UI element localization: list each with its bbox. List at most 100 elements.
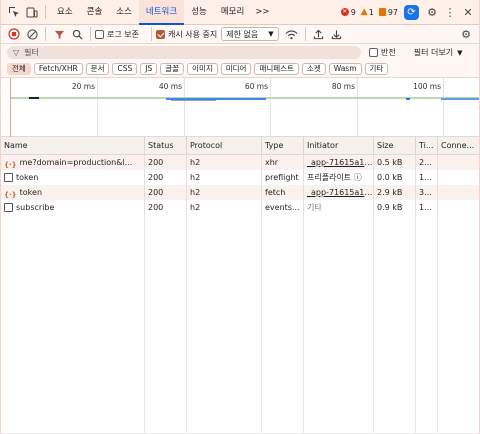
export-har-icon[interactable] xyxy=(328,25,346,43)
stop-recording-icon[interactable] xyxy=(5,25,23,43)
throttling-value: 제한 없음 xyxy=(226,29,259,39)
column-filler xyxy=(187,215,262,433)
cell-name: subscribe xyxy=(1,200,145,215)
initiator-link[interactable]: _app-71615a1d3... xyxy=(304,185,374,200)
chip-js[interactable]: JS xyxy=(140,63,158,75)
table-empty-area xyxy=(1,215,479,433)
more-tabs-button[interactable]: >> xyxy=(251,0,273,25)
search-icon[interactable] xyxy=(68,25,86,43)
chip-media[interactable]: 미디어 xyxy=(220,63,252,75)
timeline-waterfall-bar xyxy=(171,100,216,101)
cell-time: 3... xyxy=(416,185,438,200)
checkbox-box[interactable] xyxy=(369,48,378,57)
cell-initiator[interactable]: 프리플라이트 ⓘ xyxy=(304,170,374,185)
request-name: me?domain=production&l... xyxy=(19,158,133,167)
timeline-waterfall-bar xyxy=(29,97,39,99)
clear-icon[interactable] xyxy=(23,25,41,43)
tab-elements[interactable]: 요소 xyxy=(50,0,80,25)
request-name: token xyxy=(19,188,43,197)
chip-manifest[interactable]: 매니페스트 xyxy=(254,63,299,75)
tab-console[interactable]: 콘솔 xyxy=(80,0,110,25)
cell-status: 200 xyxy=(145,200,187,215)
column-header-name[interactable]: Name xyxy=(1,137,145,154)
chevron-down-icon: ▼ xyxy=(268,30,274,38)
chip-wasm[interactable]: Wasm xyxy=(328,63,362,75)
column-header-size[interactable]: Size xyxy=(374,137,416,154)
preserve-log-checkbox[interactable]: 로그 보존 xyxy=(95,29,139,40)
chip-fetch-xhr[interactable]: Fetch/XHR xyxy=(33,63,83,75)
column-header-type[interactable]: Type xyxy=(262,137,304,154)
cell-type: events... xyxy=(262,200,304,215)
initiator-link[interactable]: _app-71615a1d3... xyxy=(304,155,374,170)
tab-network[interactable]: 네트워크 xyxy=(138,0,185,25)
checkbox-box[interactable] xyxy=(95,29,104,39)
checkbox-box-checked[interactable] xyxy=(155,29,165,39)
disable-cache-checkbox[interactable]: 캐시 사용 중지 xyxy=(155,29,218,40)
throttling-select[interactable]: 제한 없음 ▼ xyxy=(221,27,279,41)
chip-other[interactable]: 기타 xyxy=(364,63,389,75)
divider xyxy=(45,27,46,41)
filter-funnel-icon[interactable] xyxy=(50,25,68,43)
network-settings-gear-icon[interactable]: ⚙ xyxy=(457,25,475,43)
cell-protocol: h2 xyxy=(187,185,262,200)
sync-icon[interactable]: ⟳ xyxy=(404,4,419,20)
request-name: subscribe xyxy=(16,203,55,212)
column-filler xyxy=(1,215,145,433)
more-options-icon[interactable]: ⋮ xyxy=(441,3,459,21)
chip-css[interactable]: CSS xyxy=(112,63,138,75)
tab-sources[interactable]: 소스 xyxy=(109,0,139,25)
device-toolbar-icon[interactable] xyxy=(23,3,41,21)
document-icon xyxy=(4,173,13,182)
timeline-left-handle[interactable] xyxy=(10,78,11,137)
filter-input[interactable]: ▽ 필터 xyxy=(7,46,361,59)
settings-gear-icon[interactable]: ⚙ xyxy=(423,3,441,21)
chip-font[interactable]: 글꼴 xyxy=(160,63,185,75)
chip-all[interactable]: 전체 xyxy=(7,63,31,75)
network-conditions-icon[interactable] xyxy=(283,25,301,43)
cell-name: token xyxy=(1,170,145,185)
cell-type: xhr xyxy=(262,155,304,170)
cell-name: {·} me?domain=production&l... xyxy=(1,155,145,170)
inspect-element-icon[interactable] xyxy=(5,3,23,21)
warning-count-badge[interactable]: ▲ 1 xyxy=(361,7,374,17)
table-row[interactable]: {·} me?domain=production&l... 200 h2 xhr … xyxy=(1,155,479,170)
column-header-initiator[interactable]: Initiator xyxy=(304,137,374,154)
chip-img[interactable]: 이미지 xyxy=(187,63,218,75)
import-har-icon[interactable] xyxy=(310,25,328,43)
chip-socket[interactable]: 소켓 xyxy=(301,63,326,75)
cell-time: 1... xyxy=(416,170,438,185)
cell-type: fetch xyxy=(262,185,304,200)
table-row[interactable]: subscribe 200 h2 events... 기타 0.9 kB 1..… xyxy=(1,200,479,215)
close-icon[interactable]: ✕ xyxy=(459,3,477,21)
column-header-time[interactable]: Ti... xyxy=(416,137,438,154)
timeline-gridline xyxy=(357,78,358,137)
column-header-protocol[interactable]: Protocol xyxy=(187,137,262,154)
cell-connection xyxy=(438,155,479,170)
cell-initiator: 기타 xyxy=(304,200,374,215)
cell-status: 200 xyxy=(145,155,187,170)
disable-cache-label: 캐시 사용 중지 xyxy=(167,29,218,39)
invert-checkbox[interactable]: 반전 xyxy=(369,47,396,58)
error-count: 9 xyxy=(350,7,356,17)
more-filters-dropdown[interactable]: 필터 더보기 ▼ xyxy=(414,47,463,58)
more-filters-label: 필터 더보기 xyxy=(413,48,454,57)
tab-performance[interactable]: 성능 xyxy=(184,0,214,25)
table-row[interactable]: {·}token 200 h2 fetch _app-71615a1d3... … xyxy=(1,185,479,200)
column-header-status[interactable]: Status xyxy=(145,137,187,154)
network-toolbar: 로그 보존 캐시 사용 중지 제한 없음 ▼ ⚙ xyxy=(1,25,479,44)
table-row[interactable]: token 200 h2 preflight 프리플라이트 ⓘ 0.0 kB 1… xyxy=(1,170,479,185)
info-count-badge[interactable]: 97 xyxy=(378,8,398,17)
column-filler xyxy=(374,215,416,433)
error-count-badge[interactable]: ✕ 9 xyxy=(340,7,356,17)
table-header: Name Status Protocol Type Initiator Size… xyxy=(1,137,479,155)
column-header-connection[interactable]: Conne... xyxy=(438,137,479,154)
resource-type-filter: 전체 Fetch/XHR 문서 CSS JS 글꼴 이미지 미디어 매니페스트 … xyxy=(1,61,479,78)
chip-doc[interactable]: 문서 xyxy=(85,63,110,75)
cell-time: 2... xyxy=(416,155,438,170)
timeline-waterfall-bar xyxy=(441,98,479,100)
timeline-gridline xyxy=(443,78,444,137)
timeline-overview[interactable]: 20 ms 40 ms 60 ms 80 ms 100 ms xyxy=(1,78,479,137)
error-icon: ✕ xyxy=(340,8,349,16)
column-filler xyxy=(416,215,438,433)
tab-memory[interactable]: 메모리 xyxy=(214,0,251,25)
